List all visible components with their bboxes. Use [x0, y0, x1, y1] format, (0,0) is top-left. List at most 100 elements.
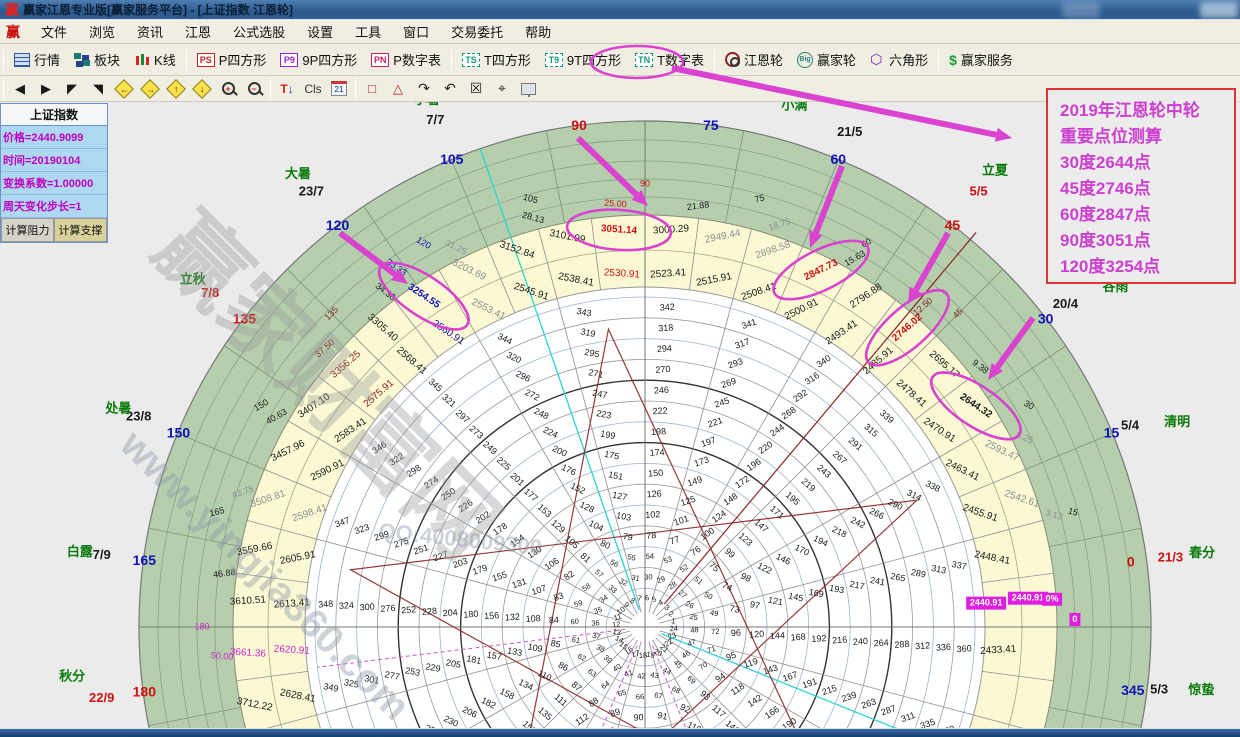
hexagon-icon: ⬡ [870, 52, 885, 67]
dollar-icon: $ [949, 52, 957, 68]
tool-draw-square[interactable]: □ [360, 78, 384, 100]
solar-term-label: 白露 [67, 544, 94, 559]
tool-zoom-in[interactable]: + [216, 78, 240, 100]
rotate-step-left-icon: ◤ [67, 81, 77, 97]
tool-draw-triangle[interactable]: △ [386, 78, 410, 100]
tool-close-box[interactable]: ☒ [464, 78, 488, 100]
menu-item-3[interactable]: 资讯 [126, 19, 174, 44]
toolbar-button-quotes[interactable]: 行情 [7, 47, 67, 72]
solar-term-label: 大暑 [285, 166, 311, 181]
spiral-number: 156 [484, 610, 500, 621]
calendar-icon: 21 [331, 81, 347, 96]
toolbar-button-gann-wheel[interactable]: 江恩轮 [718, 47, 790, 72]
toolbar-button-sectors[interactable]: 板块 [67, 47, 127, 72]
tool-calendar[interactable]: 21 [327, 78, 351, 100]
arrow-glyph: → [146, 84, 155, 94]
tool-pan-right-diamond[interactable]: → [138, 78, 162, 100]
toolbar-separator [3, 78, 4, 100]
spiral-number: 25 [689, 612, 699, 622]
spiral-number: 198 [651, 426, 667, 437]
outer-angle-label: 90 [571, 117, 587, 133]
tool-pan-left-diamond[interactable]: ← [112, 78, 136, 100]
percent-value: 50.00 [210, 650, 233, 662]
toolbar-button-kline[interactable]: K线 [127, 47, 183, 72]
annotation-line-7: 120度3254点 [1060, 254, 1228, 280]
spiral-number: 240 [853, 636, 869, 647]
spiral-number: 300 [359, 601, 375, 612]
outer-angle-label: 180 [133, 684, 157, 700]
annotation-line-4: 45度2746点 [1060, 176, 1228, 202]
menu-item-4[interactable]: 江恩 [174, 19, 222, 44]
tool-nav-first[interactable]: ◀ [8, 78, 32, 100]
outer-angle-label: 75 [703, 117, 719, 133]
pan-down-diamond-icon: ↓ [192, 79, 212, 99]
zoom-in-icon: + [222, 82, 235, 95]
toolbar-button-9p-square[interactable]: P99P四方形 [273, 47, 364, 72]
t-number-table-badge-icon: TN [635, 53, 653, 67]
nav-first-icon: ◀ [15, 81, 25, 97]
tool-rotate-ccw[interactable]: ↶ [438, 78, 462, 100]
percent-value: 25.00 [604, 198, 627, 210]
tool-rotate-cw[interactable]: ↷ [412, 78, 436, 100]
toolbar-button-p-number-table[interactable]: PNP数字表 [364, 47, 448, 72]
toolbar-separator [938, 49, 939, 71]
tool-cls-button[interactable]: Cls [301, 78, 325, 100]
window-title: 赢家江恩专业版[赢家服务平台] - [上证指数 江恩轮] [23, 1, 293, 18]
toolbar-button-t-square[interactable]: TST四方形 [455, 47, 538, 72]
window-close-blur[interactable] [1200, 2, 1238, 18]
outer-angle-label: 60 [830, 151, 846, 167]
spiral-number: 168 [790, 632, 806, 643]
menu-item-2[interactable]: 浏览 [78, 19, 126, 44]
date-label: 7/7 [426, 112, 444, 127]
spiral-number: 120 [749, 629, 765, 640]
toolbar-button-9t-square[interactable]: T99T四方形 [538, 47, 628, 72]
info-row-2: 时间=20190104 [1, 149, 107, 172]
9t-square-badge-icon: T9 [545, 53, 563, 67]
toolbar-button-hexagon[interactable]: ⬡六角形 [863, 47, 935, 72]
toolbar-button-p-square[interactable]: PSP四方形 [190, 47, 274, 72]
calc-support-button[interactable]: 计算支撑 [54, 218, 107, 242]
spiral-number: 60 [570, 617, 579, 627]
annotation-box: 2019年江恩轮中轮重要点位测算30度2644点45度2746点60度2847点… [1046, 88, 1236, 284]
outer-angle-label: 165 [133, 552, 157, 568]
menu-item-9[interactable]: 交易委托 [440, 19, 514, 44]
spiral-number: 318 [658, 322, 674, 333]
calc-resistance-button[interactable]: 计算阻力 [1, 218, 54, 242]
tool-presentation[interactable] [516, 78, 540, 100]
menu-item-10[interactable]: 帮助 [514, 19, 562, 44]
tool-rotate-step-right[interactable]: ◥ [86, 78, 110, 100]
toolbar-button-winner-wheel[interactable]: Big赢家轮 [790, 47, 863, 72]
spiral-number: 144 [770, 630, 786, 641]
outer-angle-label: 150 [167, 424, 191, 440]
tool-zoom-out[interactable]: − [242, 78, 266, 100]
menu-item-5[interactable]: 公式选股 [222, 19, 296, 44]
spiral-number: 108 [525, 613, 541, 624]
tool-center-focus[interactable]: ⌖ [490, 78, 514, 100]
tool-rotate-step-left[interactable]: ◤ [60, 78, 84, 100]
candle [141, 54, 144, 65]
spiral-number: 204 [442, 607, 458, 618]
toolbar-label-quotes: 行情 [34, 50, 60, 69]
arrow-glyph: ← [120, 84, 129, 94]
menu-item-6[interactable]: 设置 [296, 19, 344, 44]
solar-term-label: 小暑 [414, 102, 440, 107]
spiral-number: 49 [709, 608, 719, 618]
toolbar-button-t-number-table[interactable]: TNT数字表 [628, 47, 711, 72]
tool-t-adjust[interactable]: T↓ [275, 78, 299, 100]
tool-pan-up-diamond[interactable]: ↑ [164, 78, 188, 100]
draw-triangle-icon: △ [393, 81, 403, 97]
outer-angle-label: 345 [1121, 682, 1145, 698]
annotation-line-3: 30度2644点 [1060, 150, 1228, 176]
inner-degree-label: 90 [640, 178, 650, 188]
menu-item-8[interactable]: 窗口 [392, 19, 440, 44]
spiral-number: 216 [832, 634, 848, 645]
presentation-icon [521, 83, 536, 95]
menu-item-1[interactable]: 文件 [30, 19, 78, 44]
annotation-line-6: 90度3051点 [1060, 228, 1228, 254]
tool-nav-last[interactable]: ▶ [34, 78, 58, 100]
tool-pan-down-diamond[interactable]: ↓ [190, 78, 214, 100]
toolbar-label-kline: K线 [154, 50, 176, 69]
spiral-number: 97 [749, 599, 761, 611]
toolbar-button-winner-service[interactable]: $赢家服务 [942, 47, 1020, 72]
menu-item-7[interactable]: 工具 [344, 19, 392, 44]
